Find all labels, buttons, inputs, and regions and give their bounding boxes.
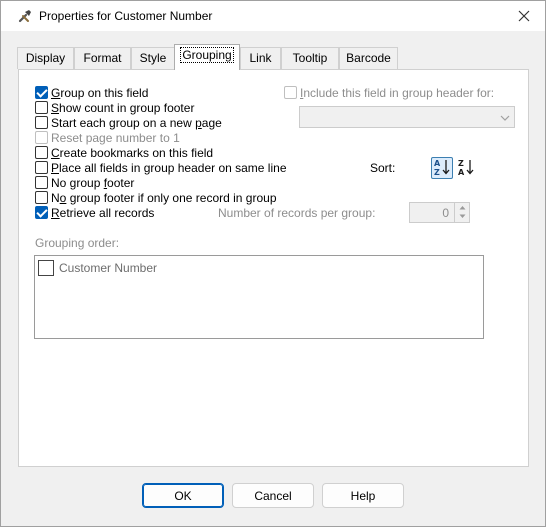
tab-barcode[interactable]: Barcode	[339, 47, 398, 69]
spin-up-icon	[455, 203, 469, 212]
include-in-header-checkbox	[284, 86, 297, 99]
list-item[interactable]: Customer Number	[38, 260, 157, 276]
tab-label: Display	[25, 51, 66, 65]
records-per-group-label: Number of records per group:	[218, 206, 376, 220]
ok-button[interactable]: OK	[142, 483, 224, 508]
retrieve-all-records-option[interactable]: Retrieve all records	[35, 205, 154, 220]
sort-za-icon: Z A	[457, 158, 475, 179]
tab-label: Format	[83, 51, 122, 65]
sort-label: Sort:	[370, 161, 396, 175]
create-bookmarks-option[interactable]: Create bookmarks on this field	[35, 145, 213, 160]
svg-text:A: A	[458, 168, 465, 176]
cancel-button[interactable]: Cancel	[232, 483, 314, 508]
tab-display[interactable]: Display	[17, 47, 74, 69]
wrench-hammer-icon	[17, 8, 33, 24]
tab-grouping[interactable]: Grouping	[174, 44, 240, 70]
show-count-footer-option[interactable]: Show count in group footer	[35, 100, 194, 115]
tab-style[interactable]: Style	[131, 47, 175, 69]
group-on-field-checkbox[interactable]	[35, 86, 48, 99]
option-label: Retrieve all records	[51, 205, 155, 220]
option-label: Start each group on a new page	[51, 115, 222, 130]
tab-label: Link	[249, 51, 272, 65]
option-label: Create bookmarks on this field	[51, 145, 214, 160]
no-footer-single-record-checkbox[interactable]	[35, 191, 48, 204]
reset-page-number-checkbox	[35, 131, 48, 144]
group-header-combo	[299, 106, 515, 128]
grouping-order-list: Customer Number	[34, 255, 484, 339]
close-icon[interactable]	[509, 5, 539, 27]
include-in-header-option: Include this field in group header for:	[284, 85, 494, 100]
tab-label: Tooltip	[292, 51, 328, 65]
option-label: No group footer	[51, 175, 135, 190]
no-group-footer-option[interactable]: No group footer	[35, 175, 134, 190]
help-button[interactable]: Help	[322, 483, 404, 508]
tab-label: Style	[139, 51, 167, 65]
sort-descending-button[interactable]: Z A	[455, 157, 477, 179]
same-line-option[interactable]: Place all fields in group header on same…	[35, 160, 287, 175]
tab-format[interactable]: Format	[74, 47, 131, 69]
chevron-down-icon	[500, 112, 510, 122]
svg-text:Z: Z	[458, 159, 464, 168]
grouping-item-checkbox[interactable]	[38, 260, 54, 276]
no-group-footer-checkbox[interactable]	[35, 176, 48, 189]
svg-text:A: A	[434, 159, 441, 168]
option-label: Show count in group footer	[51, 100, 195, 115]
no-footer-single-record-option[interactable]: No group footer if only one record in gr…	[35, 190, 277, 205]
tab-tooltip[interactable]: Tooltip	[281, 47, 339, 69]
window-title: Properties for Customer Number	[39, 9, 213, 23]
same-line-checkbox[interactable]	[35, 161, 48, 174]
tab-link[interactable]: Link	[240, 47, 281, 69]
title-bar: Properties for Customer Number	[1, 1, 545, 31]
spin-down-icon	[455, 212, 469, 221]
tab-label: Grouping	[180, 47, 234, 63]
retrieve-all-records-checkbox[interactable]	[35, 206, 48, 219]
option-label: No group footer if only one record in gr…	[51, 190, 277, 205]
option-label: Place all fields in group header on same…	[51, 160, 287, 175]
new-page-checkbox[interactable]	[35, 116, 48, 129]
spinner-buttons	[454, 203, 469, 222]
records-per-group-value: 0	[442, 206, 449, 220]
show-count-footer-checkbox[interactable]	[35, 101, 48, 114]
properties-dialog: Properties for Customer Number Display F…	[0, 0, 546, 527]
reset-page-number-option: Reset page number to 1	[35, 130, 180, 145]
sort-ascending-button[interactable]: A Z	[431, 157, 453, 179]
sort-az-icon: A Z	[433, 158, 451, 179]
create-bookmarks-checkbox[interactable]	[35, 146, 48, 159]
grouping-item-label: Customer Number	[59, 261, 158, 275]
tab-label: Barcode	[346, 51, 391, 65]
svg-text:Z: Z	[434, 168, 440, 176]
grouping-order-label: Grouping order:	[35, 236, 120, 250]
option-label: Include this field in group header for:	[300, 85, 495, 100]
group-on-field-option[interactable]: Group on this field	[35, 85, 148, 100]
option-label: Reset page number to 1	[51, 130, 180, 145]
new-page-option[interactable]: Start each group on a new page	[35, 115, 222, 130]
option-label: Group on this field	[51, 85, 149, 100]
records-per-group-spinner: 0	[409, 202, 470, 223]
